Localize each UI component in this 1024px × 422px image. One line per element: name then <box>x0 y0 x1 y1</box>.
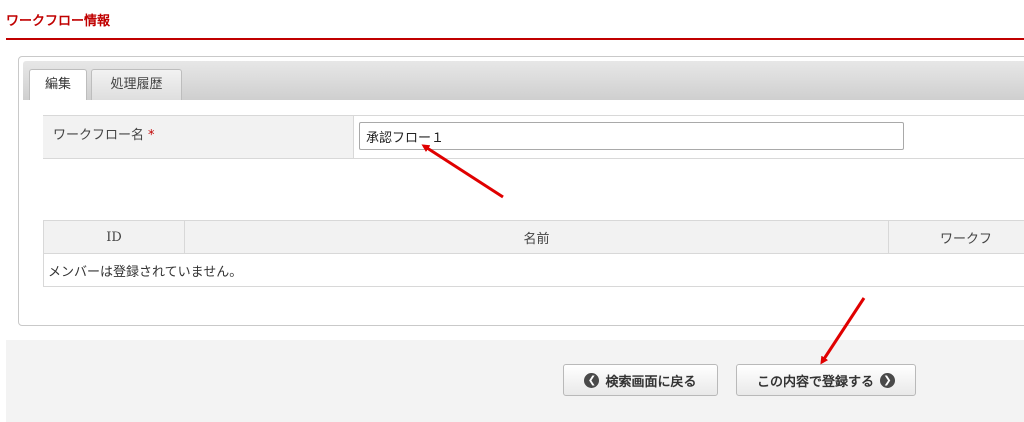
column-header-id[interactable]: ID <box>43 220 185 254</box>
tab-history[interactable]: 処理履歴 <box>91 69 182 100</box>
empty-message: メンバーは登録されていません。 <box>43 253 1024 287</box>
column-header-name[interactable]: 名前 <box>184 220 889 254</box>
table-row: メンバーは登録されていません。 <box>43 253 1024 287</box>
tab-edit[interactable]: 編集 <box>29 69 87 100</box>
workflow-name-input[interactable] <box>359 122 904 150</box>
chevron-left-circle-icon: ❮ <box>584 372 600 388</box>
footer-bar: ❮ 検索画面に戻る この内容で登録する ❯ <box>6 340 1024 422</box>
tab-bar: 編集 処理履歴 <box>23 61 1024 100</box>
register-button-label: この内容で登録する <box>756 374 874 390</box>
title-divider <box>6 38 1024 40</box>
members-table-header: ID 名前 ワークフ <box>43 220 1024 254</box>
chevron-right-circle-icon: ❯ <box>880 372 895 388</box>
required-mark: * <box>148 128 155 143</box>
column-header-workflow[interactable]: ワークフ <box>888 220 1024 254</box>
back-button-label: 検索画面に戻る <box>605 374 697 390</box>
workflow-panel: 編集 処理履歴 ワークフロー名* ID 名前 ワークフ メンバーは登録されていま… <box>18 56 1024 326</box>
workflow-name-label-text: ワークフロー名 <box>53 128 145 143</box>
members-table: ID 名前 ワークフ メンバーは登録されていません。 <box>43 220 1024 287</box>
workflow-name-row: ワークフロー名 * <box>43 115 1024 159</box>
register-button[interactable]: この内容で登録する ❯ <box>736 364 916 396</box>
page-title: ワークフロー情報 <box>6 14 111 29</box>
back-to-search-button[interactable]: ❮ 検索画面に戻る <box>563 364 718 396</box>
workflow-name-label: ワークフロー名 * <box>43 116 354 158</box>
